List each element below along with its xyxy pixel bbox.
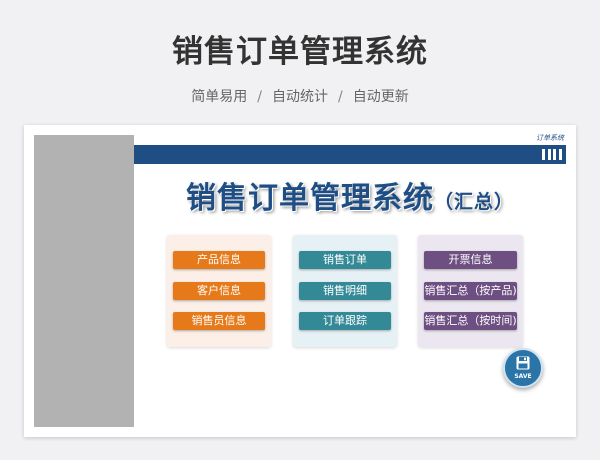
app-title-main: 销售订单管理系统 [185, 181, 434, 216]
product-info-button[interactable]: 产品信息 [173, 251, 265, 269]
save-button[interactable]: SAVE [503, 348, 543, 388]
app-title-suffix: （汇总） [433, 191, 514, 213]
salesperson-info-button[interactable]: 销售员信息 [173, 312, 265, 330]
feature-item: 自动统计 [272, 89, 328, 105]
bars-icon[interactable] [542, 149, 562, 160]
sidebar-panel [34, 135, 134, 427]
feature-item: 自动更新 [352, 89, 409, 105]
feature-item: 简单易用 [191, 89, 248, 105]
summary-by-time-button[interactable]: 销售汇总（按时间) [424, 312, 517, 330]
summary-by-product-button[interactable]: 销售汇总（按产品) [424, 282, 517, 300]
group-orders: 销售订单 销售明细 订单跟踪 [293, 235, 397, 347]
corner-logo-text: 订单系统 [536, 134, 564, 142]
sales-order-button[interactable]: 销售订单 [299, 251, 391, 269]
separator: / [338, 89, 343, 105]
sales-detail-button[interactable]: 销售明细 [299, 282, 391, 300]
header-bar [134, 145, 566, 164]
page-title: 销售订单管理系统 [172, 34, 428, 70]
floppy-disk-icon [516, 356, 530, 370]
order-tracking-button[interactable]: 订单跟踪 [299, 312, 391, 330]
app-title: 销售订单管理系统（汇总） [134, 173, 566, 217]
group-basic-info: 产品信息 客户信息 销售员信息 [167, 235, 271, 347]
customer-info-button[interactable]: 客户信息 [173, 282, 265, 300]
save-label: SAVE [514, 373, 532, 380]
app-window: 订单系统 销售订单管理系统（汇总） 产品信息 客户信息 销售员信息 销售订单 销… [24, 125, 576, 437]
group-reports: 开票信息 销售汇总（按产品) 销售汇总（按时间) [418, 235, 523, 347]
separator: / [257, 89, 262, 105]
invoice-info-button[interactable]: 开票信息 [424, 251, 517, 269]
feature-list: 简单易用 / 自动统计 / 自动更新 [0, 86, 600, 106]
